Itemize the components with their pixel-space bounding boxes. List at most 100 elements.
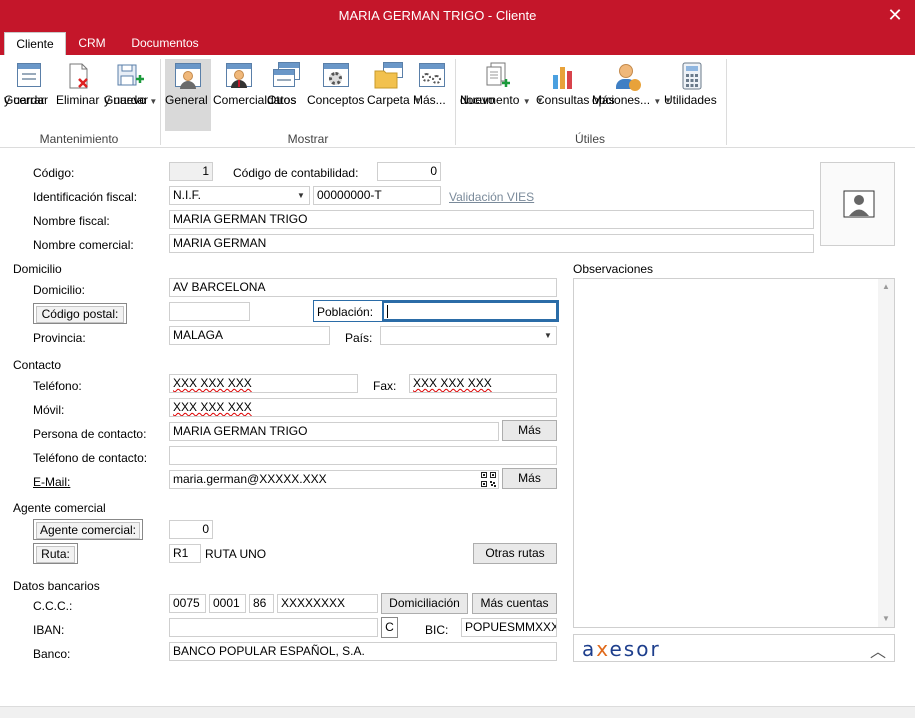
tab-cliente[interactable]: Cliente: [4, 32, 66, 55]
provincia-field[interactable]: MALAGA: [169, 326, 330, 345]
scroll-down-icon[interactable]: ▼: [878, 611, 894, 627]
mas-mostrar-button[interactable]: Más... ▼: [413, 59, 451, 131]
guardar-cerrar-button[interactable]: Guardar y cerrar: [4, 59, 54, 131]
ccc-oficina-field[interactable]: 0001: [209, 594, 246, 613]
close-icon[interactable]: ✕: [883, 3, 907, 27]
comercial-icon: [223, 61, 255, 91]
ruta-code-field[interactable]: R1: [169, 544, 201, 563]
fax-label: Fax:: [373, 379, 397, 393]
codigo-field[interactable]: 1: [169, 162, 213, 181]
observaciones-textarea[interactable]: ▲ ▼: [573, 278, 895, 628]
guardar-nuevo-button[interactable]: Guardar y nuevo ▼: [104, 59, 158, 131]
tab-crm[interactable]: CRM: [72, 32, 112, 55]
chevron-down-icon: ▼: [544, 331, 552, 340]
iban-calc-button[interactable]: C: [381, 617, 398, 638]
pais-select[interactable]: ▼: [380, 326, 557, 345]
fax-field[interactable]: XXX XXX XXX: [409, 374, 557, 393]
otros-datos-icon: [270, 61, 302, 91]
mas-opciones-button[interactable]: Más opciones... ▼: [592, 59, 662, 131]
utilidades-button[interactable]: Utilidades ▼: [664, 59, 720, 131]
ribbon-separator: [160, 59, 161, 145]
email-label[interactable]: E-Mail:: [33, 475, 70, 489]
more-icon: [416, 61, 448, 91]
chevron-up-icon[interactable]: ︿: [870, 638, 886, 662]
agente-comercial-field[interactable]: 0: [169, 520, 213, 539]
save-close-icon: [13, 61, 45, 91]
carpeta-button[interactable]: Carpeta: [367, 59, 411, 131]
comercial-button[interactable]: Comercial: [213, 59, 267, 131]
ccc-label: C.C.C.:: [33, 599, 73, 613]
iban-field[interactable]: [169, 618, 378, 637]
user-silhouette-icon: [843, 190, 875, 218]
axesor-logo: axesor: [582, 637, 661, 661]
persona-contacto-field[interactable]: MARIA GERMAN TRIGO: [169, 422, 499, 441]
identificacion-tipo-select[interactable]: N.I.F. ▼: [169, 186, 310, 205]
conceptos-button[interactable]: Conceptos: [307, 59, 365, 131]
ribbon: Guardar y cerrar Eliminar Guardar y nuev…: [0, 55, 915, 148]
qr-code-icon[interactable]: [481, 472, 496, 487]
domiciliacion-button[interactable]: Domiciliación: [381, 593, 468, 614]
telefono-contacto-field[interactable]: [169, 446, 557, 465]
ruta-button[interactable]: Ruta:: [33, 543, 78, 564]
tab-documentos[interactable]: Documentos: [124, 32, 206, 55]
calculator-icon: [676, 61, 708, 91]
user-options-icon: [611, 61, 643, 91]
otros-datos-button[interactable]: Otros datos: [267, 59, 305, 131]
delete-icon: [62, 61, 94, 91]
mas-cuentas-button[interactable]: Más cuentas: [472, 593, 557, 614]
iban-label: IBAN:: [33, 623, 65, 637]
general-icon: [172, 61, 204, 91]
consultas-button[interactable]: Consultas ▼: [536, 59, 590, 131]
codigo-label: Código:: [33, 166, 75, 180]
eliminar-button[interactable]: Eliminar: [56, 59, 100, 131]
provincia-label: Provincia:: [33, 331, 86, 345]
otras-rutas-button[interactable]: Otras rutas: [473, 543, 557, 564]
nif-field[interactable]: 00000000-T: [313, 186, 441, 205]
movil-field[interactable]: XXX XXX XXX: [169, 398, 557, 417]
banco-field[interactable]: BANCO POPULAR ESPAÑOL, S.A.: [169, 642, 557, 661]
chevron-down-icon: ▼: [149, 97, 158, 106]
domicilio-section-title: Domicilio: [13, 262, 62, 276]
ccc-dc-field[interactable]: 86: [249, 594, 274, 613]
window-title: MARIA GERMAN TRIGO - Cliente: [338, 8, 537, 23]
axesor-panel[interactable]: axesor ︿: [573, 634, 895, 662]
telefono-field[interactable]: XXX XXX XXX: [169, 374, 358, 393]
domicilio-field[interactable]: AV BARCELONA: [169, 278, 557, 297]
new-document-icon: [481, 61, 513, 91]
nuevo-documento-button[interactable]: Nuevo documento ▼: [460, 59, 534, 131]
ccc-entidad-field[interactable]: 0075: [169, 594, 206, 613]
tab-strip: Cliente CRM Documentos: [0, 32, 915, 55]
ccc-cuenta-field[interactable]: XXXXXXXX: [277, 594, 378, 613]
ribbon-separator: [726, 59, 727, 145]
codigo-postal-button[interactable]: Código postal:: [33, 303, 127, 324]
folder-icon: [373, 61, 405, 91]
observaciones-label: Observaciones: [573, 262, 654, 276]
nombre-comercial-field[interactable]: MARIA GERMAN: [169, 234, 814, 253]
domicilio-label: Domicilio:: [33, 283, 86, 297]
group-label-mantenimiento: Mantenimiento: [39, 132, 119, 146]
email-mas-button[interactable]: Más: [502, 468, 557, 489]
title-bar: MARIA GERMAN TRIGO - Cliente ✕: [0, 0, 915, 32]
codigo-contabilidad-field[interactable]: 0: [377, 162, 441, 181]
poblacion-field[interactable]: [382, 301, 558, 321]
agente-section-title: Agente comercial: [13, 501, 106, 515]
pais-label: País:: [345, 331, 373, 345]
bar-chart-icon: [547, 61, 579, 91]
scroll-up-icon[interactable]: ▲: [878, 279, 894, 295]
chevron-down-icon: ▼: [297, 191, 305, 200]
codigo-postal-field[interactable]: [169, 302, 250, 321]
scrollbar[interactable]: ▲ ▼: [878, 279, 894, 627]
persona-contacto-mas-button[interactable]: Más: [502, 420, 557, 441]
email-field[interactable]: maria.german@XXXXX.XXX: [169, 470, 499, 489]
status-bar: [0, 706, 915, 718]
general-button[interactable]: General: [165, 59, 211, 131]
customer-photo[interactable]: [820, 162, 895, 246]
validacion-vies-link[interactable]: Validación VIES: [449, 190, 534, 204]
conceptos-icon: [320, 61, 352, 91]
agente-comercial-button[interactable]: Agente comercial:: [33, 519, 143, 540]
nombre-fiscal-field[interactable]: MARIA GERMAN TRIGO: [169, 210, 814, 229]
bic-field[interactable]: POPUESMMXXX: [461, 618, 557, 637]
chevron-down-icon: ▼: [522, 97, 531, 106]
identificacion-fiscal-label: Identificación fiscal:: [33, 190, 138, 204]
chevron-down-icon: ▼: [664, 96, 672, 105]
